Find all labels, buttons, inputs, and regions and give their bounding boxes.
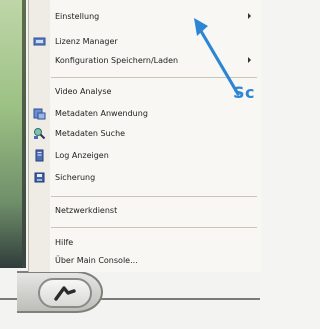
menu-item-metadaten-anwendung[interactable]: Metadaten Anwendung [29, 104, 261, 124]
menu-item-label: Hilfe [55, 238, 74, 247]
background-window [0, 0, 22, 270]
menu-item-label: Lizenz Manager [55, 37, 118, 46]
menu-item-label: Netzwerkdienst [55, 206, 118, 215]
license-icon [33, 37, 46, 46]
metadata-app-icon [33, 108, 46, 120]
menu-item-label: Video Analyse [55, 87, 112, 96]
metadata-search-icon [34, 128, 46, 140]
menu-item-netzwerkdienst[interactable]: Netzwerkdienst [29, 201, 261, 221]
menu-item-hilfe[interactable]: Hilfe [29, 233, 261, 253]
menu-item-ueber-main-console[interactable]: Über Main Console... [29, 251, 261, 271]
backup-icon [34, 172, 45, 183]
main-console-logo-icon [54, 286, 76, 301]
menu-item-log-anzeigen[interactable]: Log Anzeigen [29, 146, 261, 166]
menu-separator [51, 227, 257, 228]
menu-item-label: Metadaten Anwendung [55, 109, 148, 118]
menu-item-label: Konfiguration Speichern/Laden [55, 56, 179, 65]
menu-item-label: Einstellung [55, 12, 100, 21]
annotation-text: Sc [233, 83, 256, 102]
menu-item-label: Metadaten Suche [55, 129, 126, 138]
menu-item-label: Über Main Console... [55, 256, 138, 265]
menu-item-metadaten-suche[interactable]: Metadaten Suche [29, 124, 261, 144]
menu-separator [51, 196, 257, 197]
background-window-edge [22, 0, 26, 270]
log-icon [35, 149, 44, 162]
menu-item-label: Sicherung [55, 173, 96, 182]
menu-item-sicherung[interactable]: Sicherung [29, 168, 261, 188]
menu-item-label: Log Anzeigen [55, 151, 109, 160]
